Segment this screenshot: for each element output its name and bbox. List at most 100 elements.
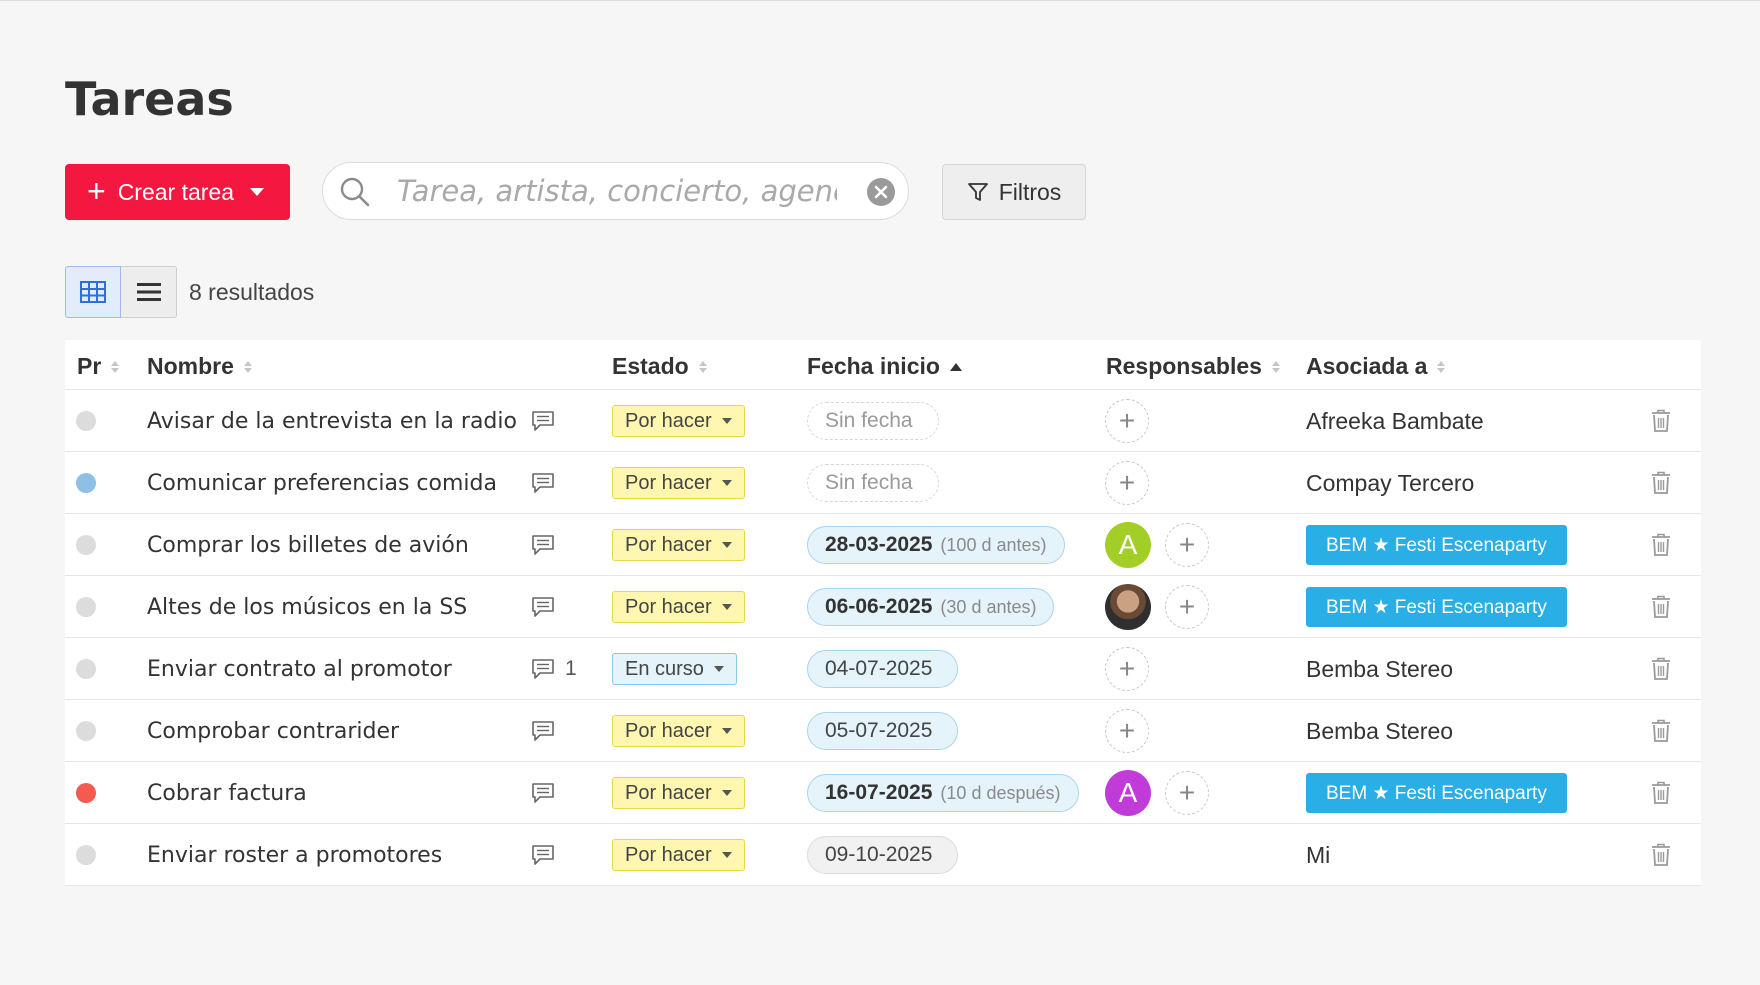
avatar-photo[interactable] (1105, 584, 1151, 630)
results-count: 8 resultados (189, 279, 315, 305)
add-assignee-button[interactable]: + (1105, 461, 1149, 505)
search-input[interactable] (397, 173, 837, 209)
status-dropdown[interactable]: Por hacer (612, 777, 745, 809)
sort-ascending-icon (949, 362, 962, 371)
filter-icon (967, 183, 988, 201)
header-start-date-label: Fecha inicio (807, 353, 940, 379)
comments[interactable] (531, 824, 565, 886)
trash-icon[interactable] (1651, 409, 1671, 433)
trash-icon[interactable] (1651, 595, 1671, 619)
start-date[interactable]: 28-03-2025 (100 d antes) (807, 526, 1065, 564)
comments[interactable] (531, 576, 565, 638)
trash-icon[interactable] (1651, 719, 1671, 743)
table-row[interactable]: Enviar roster a promotores Por hacer 09-… (65, 824, 1701, 886)
task-name[interactable]: Enviar roster a promotores (147, 843, 442, 868)
trash-icon[interactable] (1651, 471, 1671, 495)
table-row[interactable]: Enviar contrato al promotor 1 En curso 0… (65, 638, 1701, 700)
start-date[interactable]: 05-07-2025 (807, 712, 959, 750)
filters-button[interactable]: Filtros (942, 164, 1086, 220)
table-row[interactable]: Altes de los músicos en la SS Por hacer … (65, 576, 1701, 638)
associated-tag[interactable]: BEM ★ Festi Escenaparty (1306, 525, 1567, 565)
status-dropdown[interactable]: Por hacer (612, 529, 745, 561)
status-dropdown[interactable]: Por hacer (612, 715, 745, 747)
table-row[interactable]: Avisar de la entrevista en la radio Por … (65, 390, 1701, 452)
date-value: 06-06-2025 (825, 595, 933, 618)
date-relative: (10 d después) (940, 782, 1061, 803)
header-name[interactable]: Nombre (147, 353, 252, 380)
caret-down-icon[interactable] (250, 188, 265, 196)
task-name[interactable]: Cobrar factura (147, 781, 307, 806)
trash-icon[interactable] (1651, 843, 1671, 867)
comments[interactable] (531, 514, 565, 576)
associated: Bemba Stereo (1306, 700, 1453, 762)
priority-dot[interactable] (76, 783, 96, 803)
header-status[interactable]: Estado (612, 353, 707, 380)
status-label: Por hacer (625, 595, 712, 618)
trash-icon[interactable] (1651, 657, 1671, 681)
start-date[interactable]: 06-06-2025 (30 d antes) (807, 588, 1055, 626)
create-task-button[interactable]: + Crear tarea (65, 164, 290, 220)
avatar[interactable]: A (1105, 522, 1151, 568)
header-priority[interactable]: Pr (77, 353, 120, 380)
associated-tag[interactable]: BEM ★ Festi Escenaparty (1306, 773, 1567, 813)
task-name[interactable]: Enviar contrato al promotor (147, 657, 452, 682)
comments[interactable] (531, 390, 565, 452)
add-assignee-button[interactable]: + (1105, 709, 1149, 753)
list-view-button[interactable] (121, 266, 177, 318)
priority-dot[interactable] (76, 473, 96, 493)
task-name[interactable]: Comprar los billetes de avión (147, 533, 469, 558)
associated-tag[interactable]: BEM ★ Festi Escenaparty (1306, 587, 1567, 627)
comments[interactable] (531, 452, 565, 514)
start-date[interactable]: 04-07-2025 (807, 650, 959, 688)
trash-icon[interactable] (1651, 533, 1671, 557)
status-dropdown[interactable]: Por hacer (612, 839, 745, 871)
status-dropdown[interactable]: Por hacer (612, 591, 745, 623)
task-name[interactable]: Comprobar contrarider (147, 719, 399, 744)
start-date[interactable]: Sin fecha (807, 402, 939, 440)
status-dropdown[interactable]: En curso (612, 653, 737, 685)
header-associated[interactable]: Asociada a (1306, 353, 1446, 380)
task-name[interactable]: Comunicar preferencias comida (147, 471, 497, 496)
priority-dot[interactable] (76, 597, 96, 617)
search-box (322, 162, 909, 220)
comment-icon (532, 597, 554, 617)
add-assignee-button[interactable]: + (1105, 399, 1149, 443)
assignees: + (1105, 390, 1149, 452)
header-assignees[interactable]: Responsables (1106, 353, 1280, 380)
comments[interactable] (531, 700, 565, 762)
table-row[interactable]: Comprar los billetes de avión Por hacer … (65, 514, 1701, 576)
priority-dot[interactable] (76, 845, 96, 865)
caret-down-icon (721, 542, 732, 548)
start-date[interactable]: 16-07-2025 (10 d después) (807, 774, 1079, 812)
table-row[interactable]: Comunicar preferencias comida Por hacer … (65, 452, 1701, 514)
status-dropdown[interactable]: Por hacer (612, 405, 745, 437)
associated-name[interactable]: Compay Tercero (1306, 470, 1474, 497)
add-assignee-button[interactable]: + (1165, 523, 1209, 567)
associated-name[interactable]: Afreeka Bambate (1306, 408, 1484, 435)
task-name[interactable]: Avisar de la entrevista en la radio (147, 409, 517, 434)
start-date[interactable]: Sin fecha (807, 464, 939, 502)
start-date[interactable]: 09-10-2025 (807, 836, 959, 874)
add-assignee-button[interactable]: + (1165, 771, 1209, 815)
priority-dot[interactable] (76, 659, 96, 679)
clear-icon[interactable] (866, 177, 896, 207)
add-assignee-button[interactable]: + (1105, 647, 1149, 691)
status-dropdown[interactable]: Por hacer (612, 467, 745, 499)
associated-name[interactable]: Bemba Stereo (1306, 718, 1453, 745)
header-associated-label: Asociada a (1306, 353, 1428, 379)
table-row[interactable]: Comprobar contrarider Por hacer 05-07-20… (65, 700, 1701, 762)
avatar[interactable]: A (1105, 770, 1151, 816)
add-assignee-button[interactable]: + (1165, 585, 1209, 629)
task-name[interactable]: Altes de los músicos en la SS (147, 595, 467, 620)
trash-icon[interactable] (1651, 781, 1671, 805)
grid-view-button[interactable] (65, 266, 121, 318)
priority-dot[interactable] (76, 721, 96, 741)
comments[interactable]: 1 (531, 638, 577, 700)
table-row[interactable]: Cobrar factura Por hacer 16-07-2025 (10 … (65, 762, 1701, 824)
header-start-date[interactable]: Fecha inicio (807, 353, 962, 380)
priority-dot[interactable] (76, 411, 96, 431)
associated-name[interactable]: Mi (1306, 842, 1330, 869)
associated-name[interactable]: Bemba Stereo (1306, 656, 1453, 683)
comments[interactable] (531, 762, 565, 824)
priority-dot[interactable] (76, 535, 96, 555)
